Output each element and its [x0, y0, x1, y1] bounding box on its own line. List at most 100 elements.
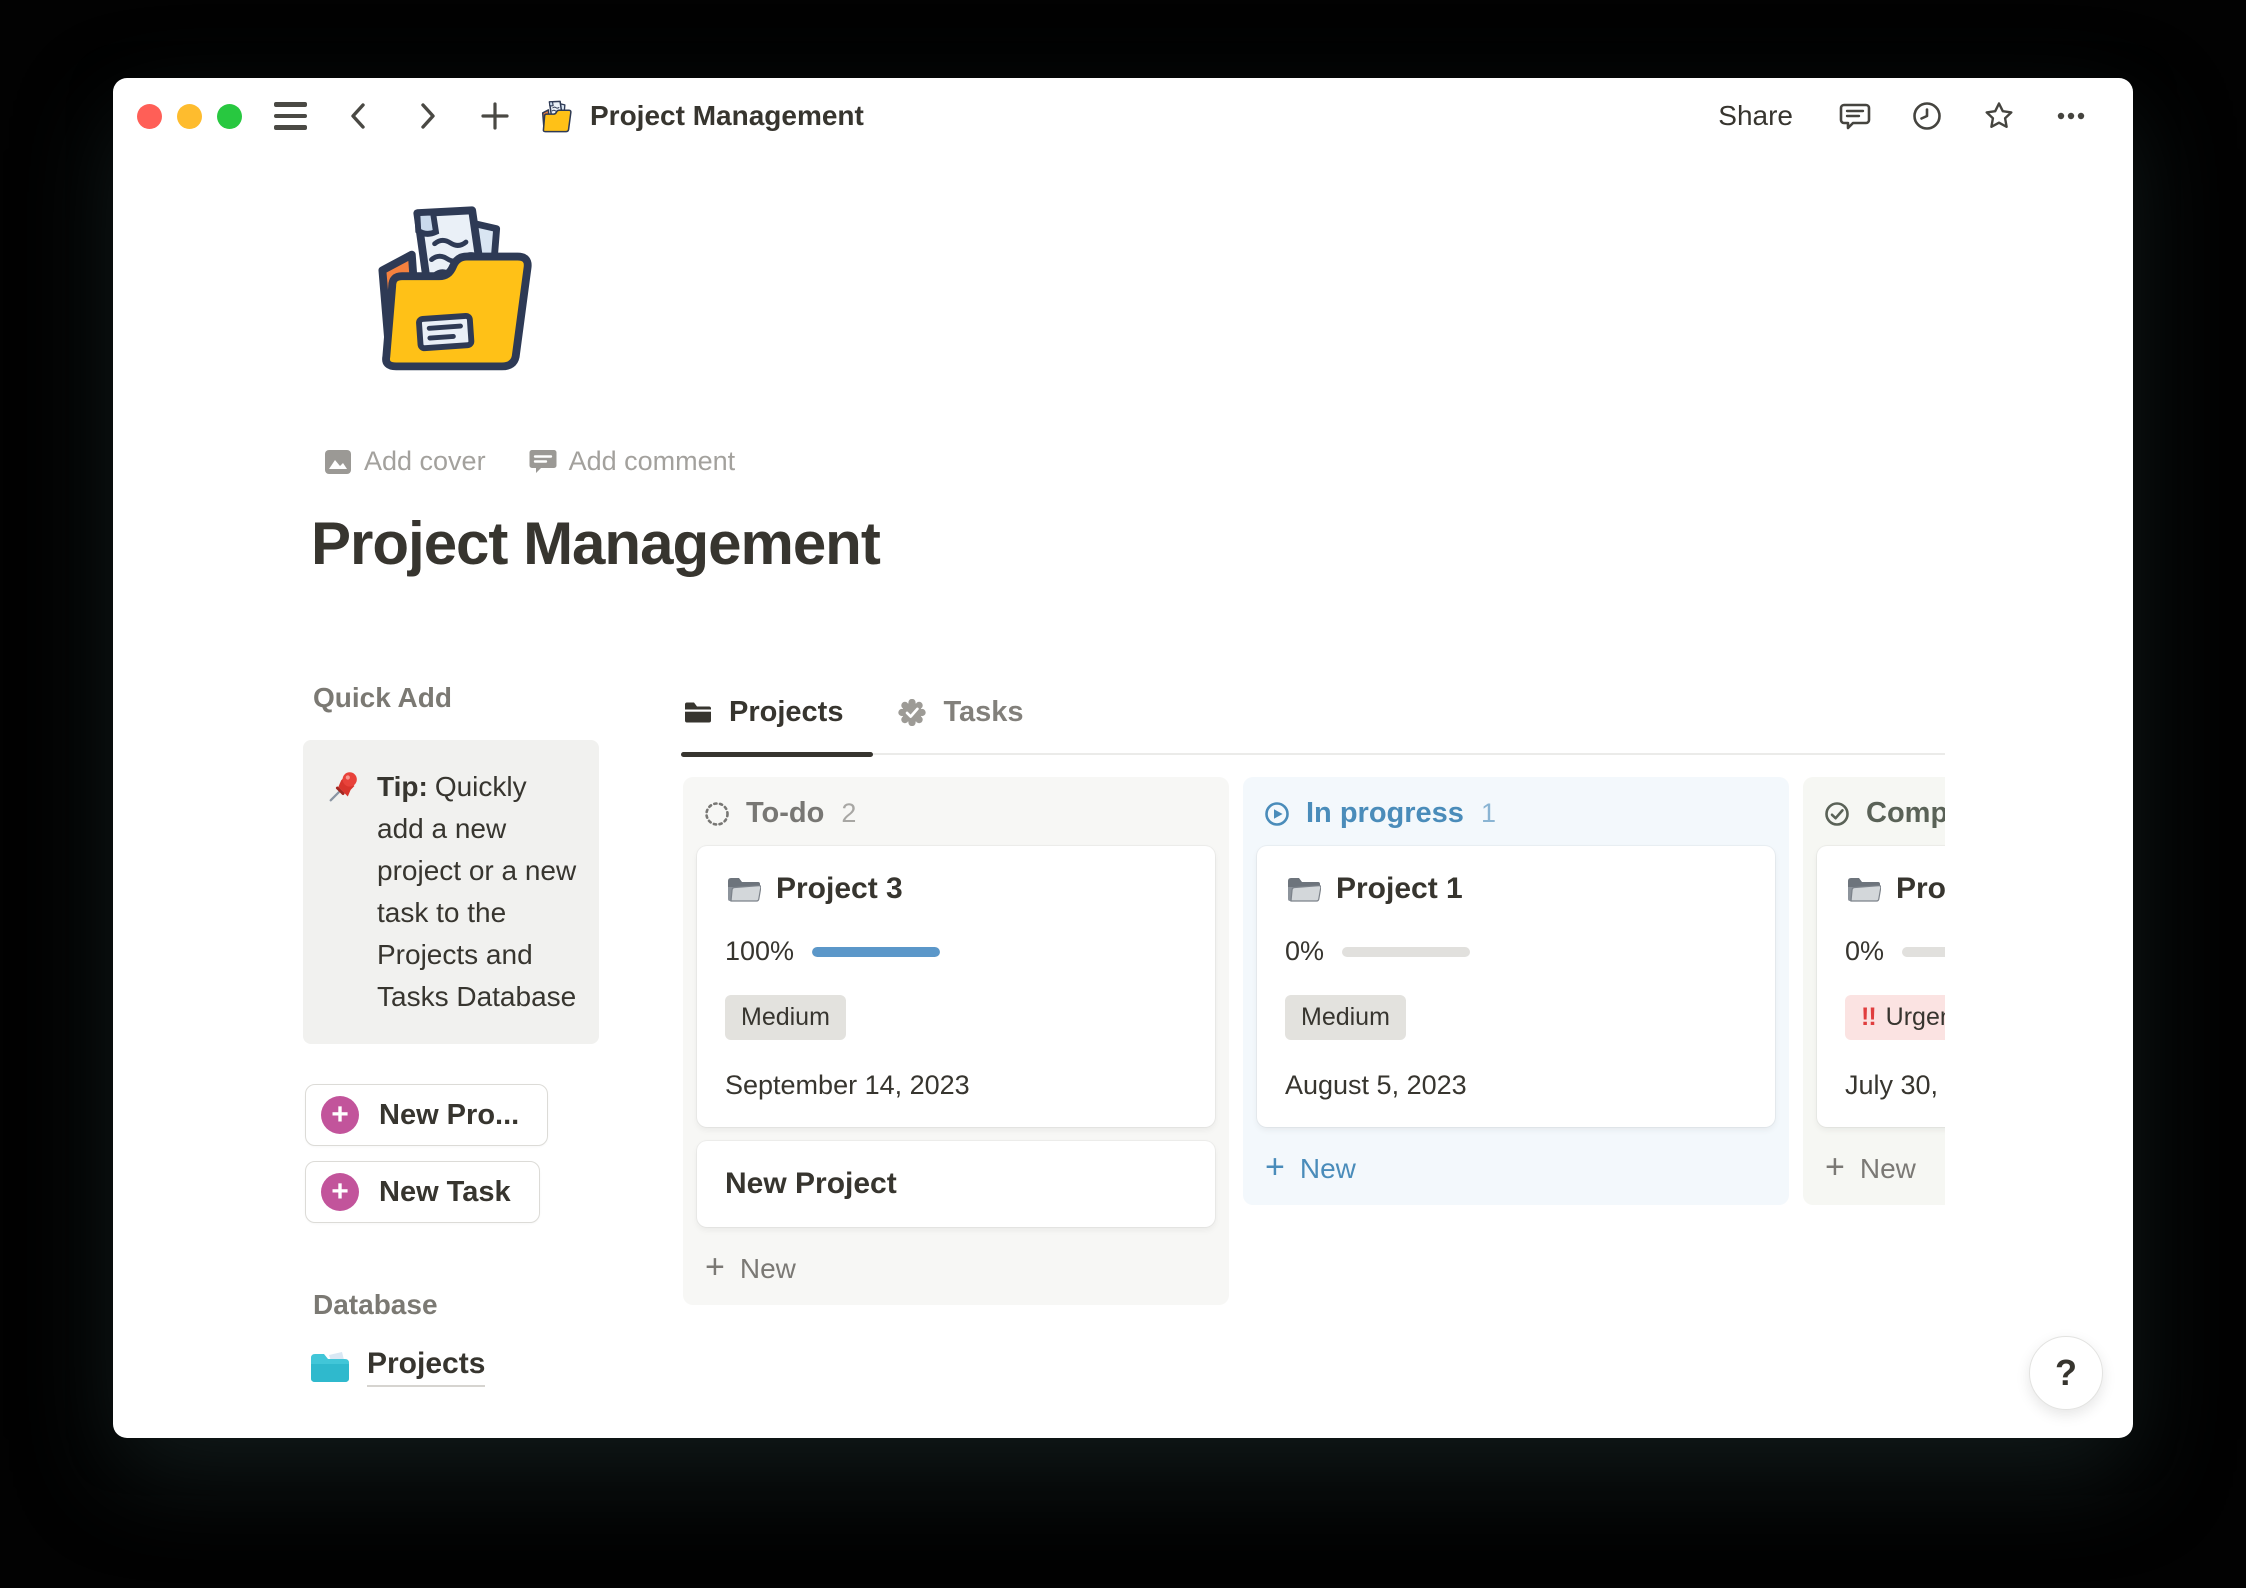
folder-icon	[725, 874, 761, 904]
tip-label: Tip:	[377, 771, 428, 802]
image-icon	[325, 449, 351, 474]
progress-row: 0%	[1845, 936, 1945, 967]
page-icon[interactable]	[353, 188, 549, 384]
comment-icon	[529, 449, 557, 473]
project-card[interactable]: Project 2 0% !!Urgent July 30, 2023	[1817, 846, 1945, 1127]
card-title-row: Project 1	[1285, 872, 1747, 906]
forward-button[interactable]	[411, 100, 443, 132]
status-inprogress-icon	[1263, 800, 1291, 828]
window-controls	[137, 103, 242, 129]
add-card-label: New	[1859, 1152, 1916, 1184]
column-count: 1	[1480, 798, 1496, 828]
page-folder-icon	[541, 100, 572, 133]
new-task-button[interactable]: + New Task	[305, 1161, 540, 1223]
double-exclamation-icon: !!	[1861, 1003, 1877, 1031]
app-window: Project Management Share Add cover Add c…	[113, 78, 2133, 1438]
projects-database-link[interactable]: Projects	[309, 1347, 599, 1387]
column-name: To-do	[746, 797, 825, 829]
sidebar: Quick Add Tip: Quickly add a new project …	[303, 682, 599, 1387]
window-title: Project Management	[590, 100, 864, 131]
plus-circle-icon: +	[321, 1096, 359, 1134]
progress-bar	[812, 946, 941, 957]
tip-text: Tip: Quickly add a new project or a new t…	[377, 771, 577, 1012]
clock-icon	[1913, 102, 1941, 130]
page-title[interactable]: Project Management	[311, 509, 2133, 578]
chevron-right-icon	[421, 103, 435, 129]
board: Projects Tasks To-do 2 Project 3 100% Me…	[680, 682, 1945, 1305]
priority-badge: Medium	[725, 995, 846, 1040]
database-heading: Database	[313, 1289, 438, 1320]
comments-button[interactable]	[1839, 100, 1871, 132]
chevron-left-icon	[351, 103, 365, 129]
pushpin-icon	[329, 772, 357, 802]
zoom-window-button[interactable]	[217, 103, 242, 129]
due-date: September 14, 2023	[725, 1069, 970, 1100]
view-tabs: Projects Tasks	[680, 696, 1945, 757]
plus-icon: +	[1265, 1148, 1285, 1186]
ellipsis-icon	[2057, 112, 2085, 120]
column-count: 2	[841, 798, 857, 828]
add-card-button[interactable]: + New	[1257, 1141, 1775, 1191]
card-title: New Project	[725, 1166, 897, 1200]
tab-tasks-label: Tasks	[943, 696, 1024, 728]
project-card[interactable]: New Project	[697, 1140, 1215, 1227]
tab-projects[interactable]: Projects	[680, 696, 874, 757]
history-button[interactable]	[1911, 100, 1943, 132]
progress-percent: 100%	[725, 936, 795, 966]
status-completed-icon	[1823, 800, 1851, 828]
column-header[interactable]: Completed	[1817, 787, 1945, 846]
priority-row: Medium	[1285, 995, 1747, 1040]
column-name: In progress	[1306, 797, 1464, 829]
project-card[interactable]: Project 1 0% Medium August 5, 2023	[1257, 846, 1775, 1127]
card-title-row: New Project	[725, 1167, 1187, 1201]
tab-projects-label: Projects	[729, 696, 844, 728]
priority-row: !!Urgent	[1845, 995, 1945, 1040]
project-card[interactable]: Project 3 100% Medium September 14, 2023	[697, 846, 1215, 1127]
back-button[interactable]	[343, 100, 375, 132]
folder-icon	[685, 702, 711, 723]
add-cover-button[interactable]: Add cover	[317, 442, 492, 481]
badge-check-icon	[898, 699, 927, 726]
progress-row: 100%	[725, 936, 1187, 967]
share-button[interactable]: Share	[1712, 99, 1799, 133]
tab-tasks[interactable]: Tasks	[897, 696, 1024, 753]
projects-database-label: Projects	[367, 1347, 486, 1387]
add-card-button[interactable]: + New	[697, 1241, 1215, 1291]
page-actions: Add cover Add comment	[317, 442, 2133, 481]
card-title: Project 1	[1336, 872, 1463, 905]
new-project-button[interactable]: + New Pro...	[305, 1084, 549, 1146]
quick-add-heading: Quick Add	[313, 682, 452, 713]
menu-icon[interactable]	[274, 102, 307, 130]
new-tab-button[interactable]	[479, 100, 511, 132]
tip-callout: Tip: Quickly add a new project or a new t…	[303, 740, 599, 1044]
new-project-label: New Pro...	[379, 1098, 520, 1131]
add-cover-label: Add cover	[364, 446, 486, 476]
more-options-button[interactable]	[2055, 100, 2087, 132]
column-header[interactable]: To-do 2	[697, 787, 1215, 846]
minimize-window-button[interactable]	[177, 103, 202, 129]
desktop-background: Project Management Share Add cover Add c…	[0, 0, 2246, 1588]
help-button[interactable]: ?	[2029, 1336, 2103, 1410]
titlebar: Project Management Share	[113, 78, 2133, 154]
favorite-button[interactable]	[1983, 100, 2015, 132]
plus-icon	[481, 102, 509, 130]
plus-icon: +	[1825, 1148, 1845, 1186]
column-name: Completed	[1866, 797, 1945, 829]
progress-bar	[1902, 946, 1945, 957]
hamburger-icon	[274, 102, 307, 130]
add-card-label: New	[739, 1252, 796, 1284]
add-card-button[interactable]: + New	[1817, 1141, 1945, 1191]
kanban-column-todo: To-do 2 Project 3 100% Medium September …	[683, 777, 1229, 1305]
folder-icon	[1845, 874, 1881, 904]
close-window-button[interactable]	[137, 103, 162, 129]
column-header[interactable]: In progress 1	[1257, 787, 1775, 846]
add-comment-button[interactable]: Add comment	[522, 442, 742, 481]
add-card-label: New	[1299, 1152, 1356, 1184]
plus-icon: +	[705, 1248, 725, 1286]
breadcrumb[interactable]: Project Management	[537, 97, 864, 135]
priority-badge: Medium	[1285, 995, 1406, 1040]
status-todo-icon	[703, 800, 731, 828]
progress-percent: 0%	[1845, 936, 1885, 966]
plus-circle-icon: +	[321, 1173, 359, 1211]
cyan-folder-icon	[311, 1352, 349, 1382]
